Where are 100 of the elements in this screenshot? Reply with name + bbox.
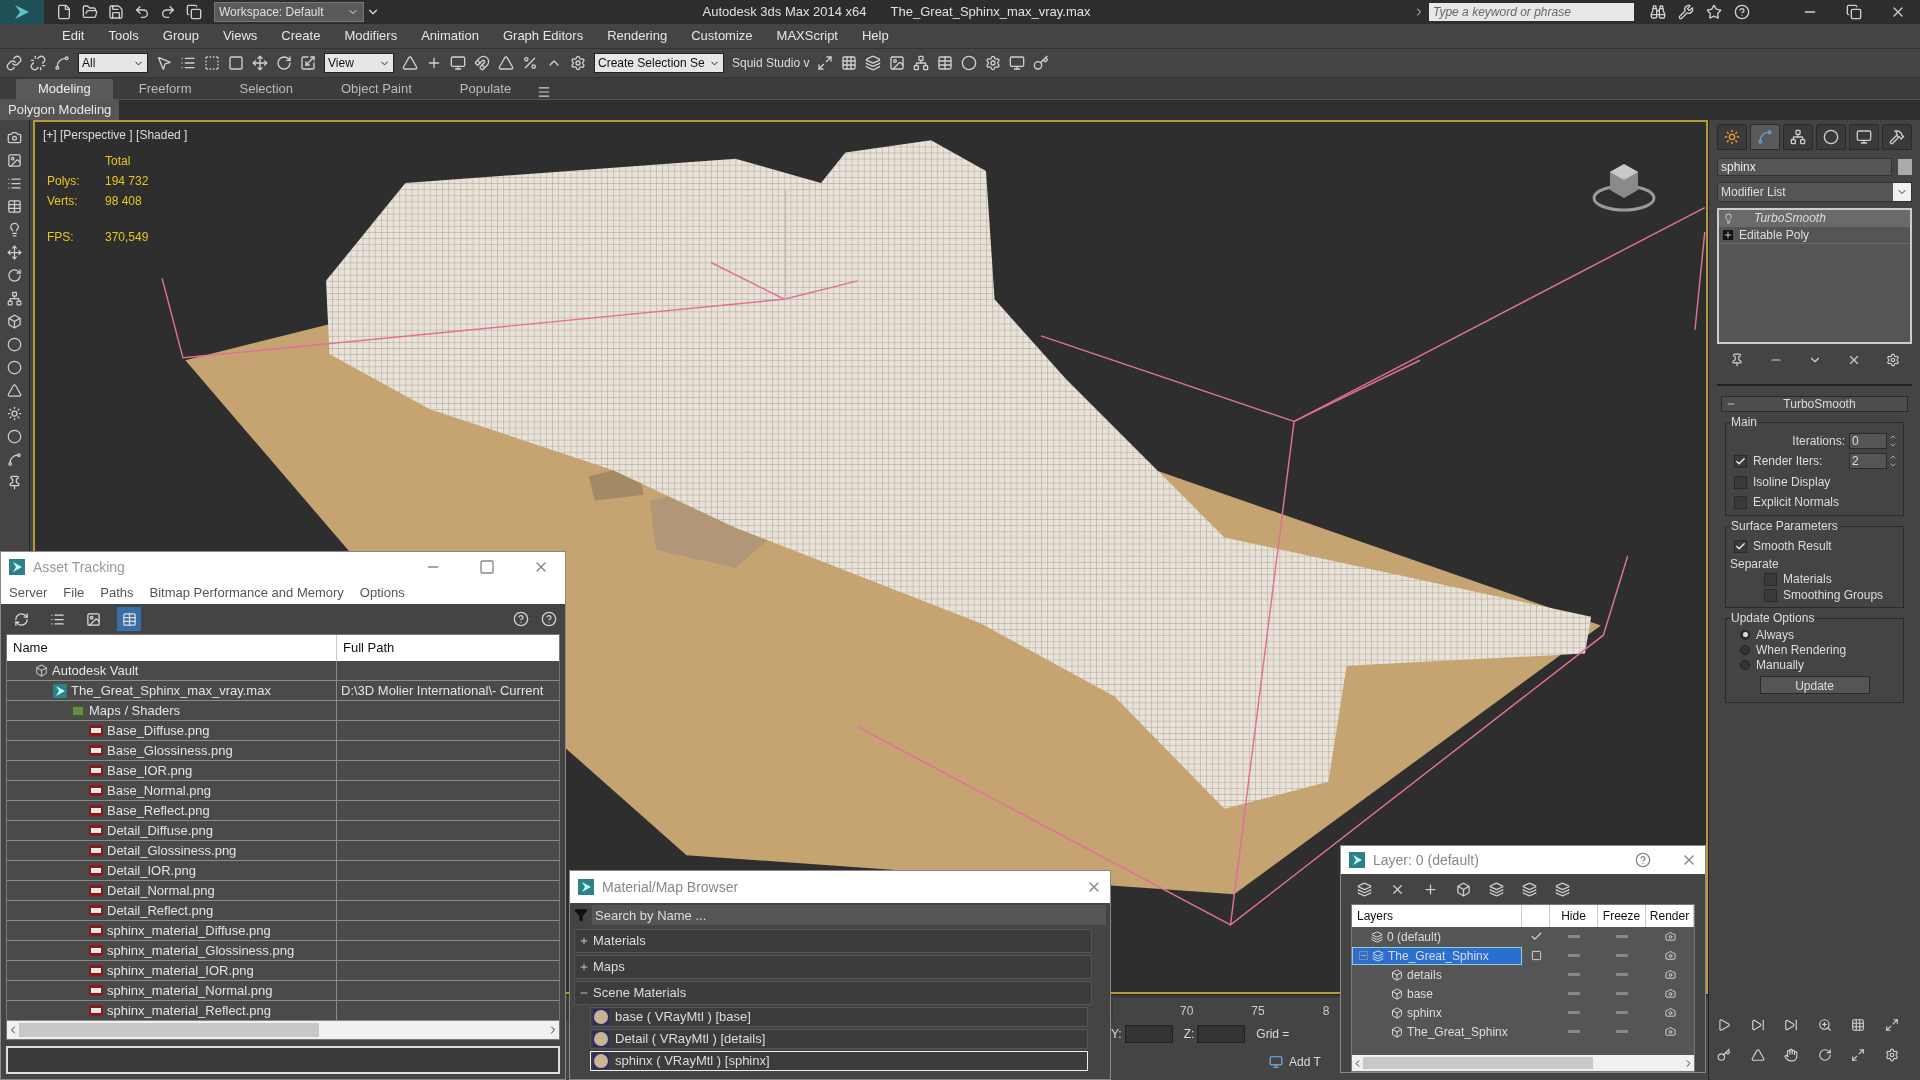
snap-icon[interactable] [474,55,490,71]
rotate-icon[interactable] [7,268,22,283]
expand-icon[interactable] [1723,230,1733,240]
iterations-field[interactable]: 0 [1849,433,1887,449]
grid-icon[interactable] [7,199,22,214]
app-logo-button[interactable] [0,0,44,24]
render-toggle-icon[interactable] [1664,988,1676,999]
render-toggle-icon[interactable] [1664,1026,1676,1037]
freeze-toggle[interactable] [1616,1011,1628,1014]
freeze-toggle[interactable] [1616,973,1628,976]
new-file-icon[interactable] [56,4,72,20]
help-icon[interactable] [1734,4,1750,20]
checkbox[interactable] [1734,495,1747,509]
freeze-toggle[interactable] [1616,954,1628,957]
link-icon[interactable] [6,55,22,71]
object-color-swatch[interactable] [1898,159,1912,175]
restore-icon[interactable] [1846,4,1862,20]
configure-icon[interactable] [1885,353,1900,367]
sphere-icon[interactable] [7,337,22,352]
layer-manager-icon[interactable] [865,55,882,71]
edit-named-selection-icon[interactable] [570,55,586,71]
freeze-toggle[interactable] [1616,935,1628,938]
command-panel-tab[interactable] [1816,124,1846,150]
pin-icon[interactable] [7,475,22,490]
command-panel-tab[interactable] [1750,124,1780,150]
menu-item[interactable]: Rendering [607,26,668,46]
column-header[interactable]: Render [1646,905,1694,927]
category-header[interactable]: Maps [574,955,1092,979]
column-header[interactable]: Full Path [337,635,559,661]
horizontal-scrollbar[interactable] [1352,1055,1694,1071]
command-panel-tab[interactable] [1717,124,1747,150]
add-icon[interactable] [1423,881,1438,897]
hide-toggle[interactable] [1568,1011,1580,1014]
checkbox[interactable] [1764,588,1777,602]
menu-item[interactable]: Paths [100,583,134,603]
hide-toggle[interactable] [1568,954,1580,957]
object-row[interactable]: The_Great_Sphinx [1352,1022,1522,1041]
reference-coordinate-dropdown[interactable]: View [324,53,394,73]
modifier-stack[interactable]: TurboSmooth Editable Poly [1717,208,1912,344]
hide-toggle[interactable] [1568,935,1580,938]
viewport-label[interactable]: [+] [Perspective ] [Shaded ] [43,128,188,142]
category-header[interactable]: Materials [574,929,1092,953]
layer-row[interactable]: The_Great_Sphinx [1352,946,1522,965]
named-selection-dropdown[interactable]: Create Selection Se [594,53,724,73]
stack-item[interactable]: Editable Poly [1719,227,1910,244]
binoculars-icon[interactable] [1650,4,1666,20]
menu-item[interactable]: Group [162,26,199,46]
rotate-icon[interactable] [276,55,292,71]
material-item[interactable]: Detail ( VRayMtl ) [details] [590,1029,1088,1049]
menu-item[interactable]: Create [281,26,321,46]
command-panel-tab[interactable] [1849,124,1879,150]
search-field[interactable]: Search by Name ... [592,905,1106,925]
menu-item[interactable]: File [63,583,85,603]
column-header[interactable]: Freeze [1598,905,1646,927]
material-item[interactable]: sphinx ( VRayMtl ) [sphinx] [590,1051,1088,1071]
time-tag-icon[interactable] [1269,1055,1283,1069]
unlink-icon[interactable] [30,55,46,71]
hide-toggle[interactable] [1568,973,1580,976]
ribbon-tab[interactable]: Freeform [116,79,214,99]
checkbox[interactable] [1734,454,1747,468]
checkbox[interactable] [1734,475,1747,489]
next-frame-icon[interactable] [1750,1018,1765,1032]
radio-button[interactable] [1740,659,1750,670]
help-icon[interactable] [541,611,557,627]
ribbon-tab[interactable]: Modeling [16,79,113,99]
radio-button[interactable] [1740,644,1750,655]
coordinate-field[interactable] [1124,1025,1173,1043]
move-icon[interactable] [7,245,22,260]
menu-item[interactable]: Tools [108,26,139,46]
menu-item[interactable]: Options [359,583,405,603]
hide-toggle[interactable] [1568,992,1580,995]
column-header[interactable]: Hide [1550,905,1598,927]
menu-item[interactable]: Graph Editors [502,26,584,46]
add-time-tag-button[interactable]: Add T [1289,1053,1321,1071]
hide-toggle[interactable] [1568,1030,1580,1033]
bulb-icon[interactable] [1723,212,1734,224]
new-layer-icon[interactable] [1357,881,1372,897]
menu-item[interactable]: Bitmap Performance and Memory [149,583,344,603]
checkbox[interactable] [1734,539,1747,553]
move-icon[interactable] [252,55,268,71]
checkbox[interactable] [1764,572,1777,586]
render-frame-icon[interactable] [7,153,22,168]
redo-icon[interactable] [160,4,176,20]
render-iters-field[interactable]: 2 [1849,453,1887,469]
save-icon[interactable] [108,4,124,20]
current-layer-box[interactable] [1530,950,1542,961]
check-icon[interactable] [1529,930,1543,943]
command-panel-tab[interactable] [1783,124,1813,150]
selection-region-icon[interactable] [204,55,220,71]
update-button[interactable]: Update [1759,676,1870,694]
menu-item[interactable]: Customize [691,26,753,46]
menu-item[interactable]: MAXScript [776,26,838,46]
menu-item[interactable]: Views [222,26,258,46]
hierarchy-icon[interactable] [7,291,22,306]
percent-snap-icon[interactable] [522,55,538,71]
ribbon-options-icon[interactable] [537,85,552,99]
box-icon[interactable] [7,314,22,329]
pin-icon[interactable] [1729,353,1744,367]
object-name-field[interactable]: sphinx [1717,158,1892,176]
help-icon[interactable] [513,611,529,627]
